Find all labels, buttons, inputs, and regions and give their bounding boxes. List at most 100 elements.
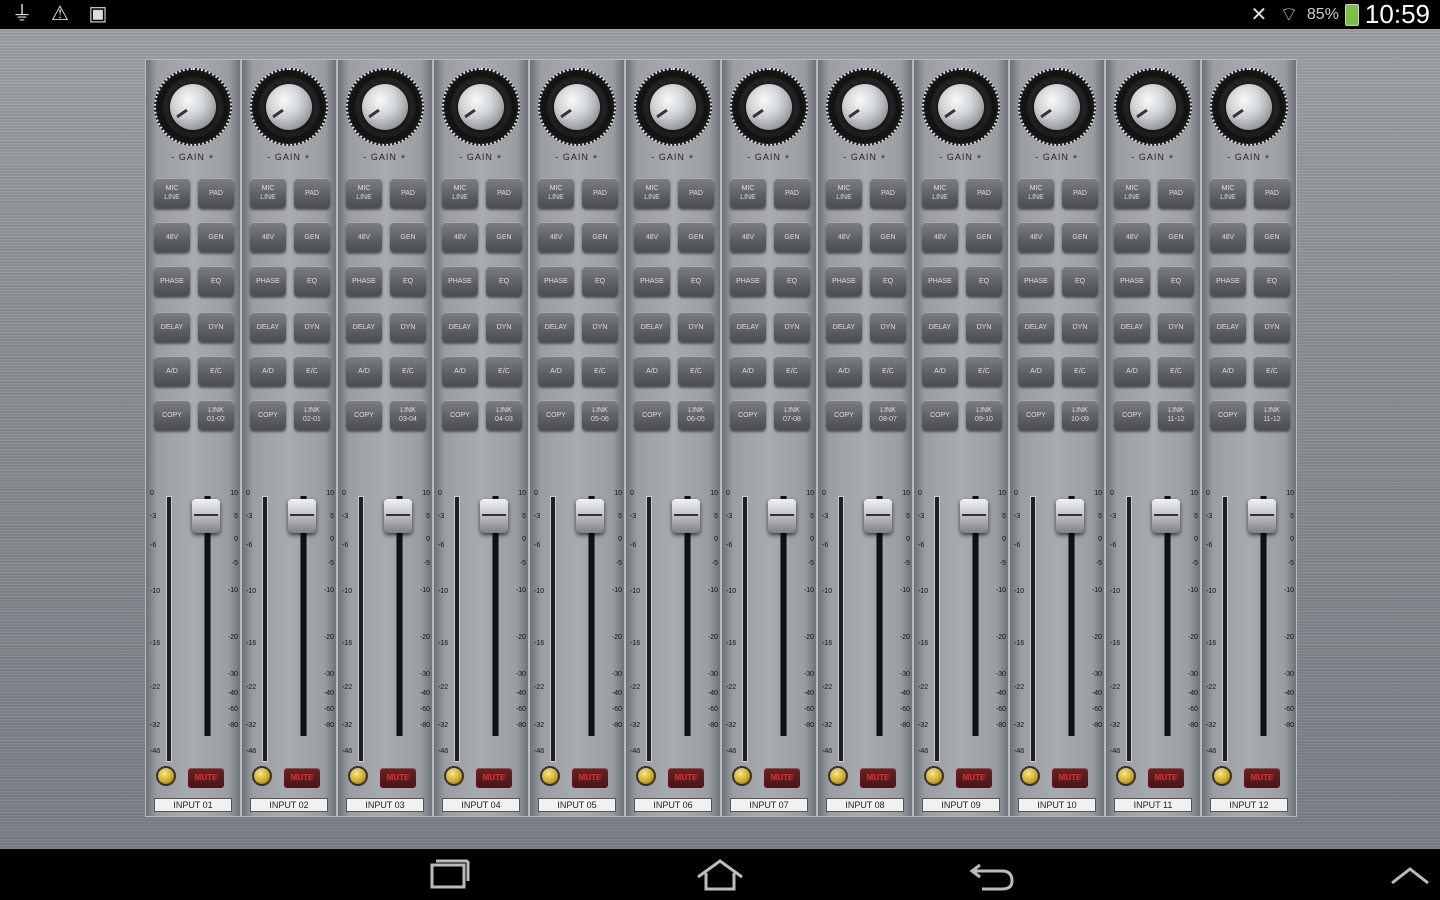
delay-button[interactable]: DELAY <box>250 312 286 342</box>
ec-button[interactable]: E/C <box>198 356 234 386</box>
copy-button[interactable]: COPY <box>1018 400 1054 430</box>
phase-button[interactable]: PHASE <box>922 266 958 296</box>
ec-button[interactable]: E/C <box>486 356 522 386</box>
phase-button[interactable]: PHASE <box>826 266 862 296</box>
copy-button[interactable]: COPY <box>730 400 766 430</box>
solo-button[interactable] <box>636 766 656 786</box>
fader-handle[interactable] <box>1056 498 1084 533</box>
gain-knob[interactable] <box>1210 68 1288 146</box>
gain-knob[interactable] <box>922 68 1000 146</box>
solo-button[interactable] <box>732 766 752 786</box>
fader-handle[interactable] <box>576 498 604 533</box>
phantom-button[interactable]: 48V <box>1210 222 1246 252</box>
eq-button[interactable]: EQ <box>390 266 426 296</box>
gain-knob[interactable] <box>730 68 808 146</box>
back-button[interactable] <box>962 857 1022 893</box>
gen-button[interactable]: GEN <box>390 222 426 252</box>
pad-button[interactable]: PAD <box>198 178 234 208</box>
ad-button[interactable]: A/D <box>538 356 574 386</box>
copy-button[interactable]: COPY <box>442 400 478 430</box>
solo-button[interactable] <box>348 766 368 786</box>
phase-button[interactable]: PHASE <box>538 266 574 296</box>
dyn-button[interactable]: DYN <box>294 312 330 342</box>
link-button[interactable]: LINK 01-02 <box>198 400 234 430</box>
mute-button[interactable]: MUTE <box>956 768 992 788</box>
ec-button[interactable]: E/C <box>678 356 714 386</box>
fader-handle[interactable] <box>384 498 412 533</box>
dyn-button[interactable]: DYN <box>678 312 714 342</box>
phantom-button[interactable]: 48V <box>538 222 574 252</box>
mic-line-button[interactable]: MIC LINE <box>442 178 478 208</box>
eq-button[interactable]: EQ <box>966 266 1002 296</box>
mute-button[interactable]: MUTE <box>860 768 896 788</box>
copy-button[interactable]: COPY <box>922 400 958 430</box>
ec-button[interactable]: E/C <box>774 356 810 386</box>
mic-line-button[interactable]: MIC LINE <box>730 178 766 208</box>
gen-button[interactable]: GEN <box>486 222 522 252</box>
expand-button[interactable] <box>1380 857 1440 893</box>
eq-button[interactable]: EQ <box>582 266 618 296</box>
mic-line-button[interactable]: MIC LINE <box>634 178 670 208</box>
pad-button[interactable]: PAD <box>1254 178 1290 208</box>
link-button[interactable]: LINK 05-06 <box>582 400 618 430</box>
phantom-button[interactable]: 48V <box>730 222 766 252</box>
pad-button[interactable]: PAD <box>966 178 1002 208</box>
eq-button[interactable]: EQ <box>774 266 810 296</box>
phantom-button[interactable]: 48V <box>634 222 670 252</box>
delay-button[interactable]: DELAY <box>922 312 958 342</box>
fader-handle[interactable] <box>672 498 700 533</box>
ec-button[interactable]: E/C <box>870 356 906 386</box>
ec-button[interactable]: E/C <box>966 356 1002 386</box>
mute-button[interactable]: MUTE <box>572 768 608 788</box>
gen-button[interactable]: GEN <box>582 222 618 252</box>
pad-button[interactable]: PAD <box>294 178 330 208</box>
pad-button[interactable]: PAD <box>582 178 618 208</box>
gen-button[interactable]: GEN <box>198 222 234 252</box>
dyn-button[interactable]: DYN <box>870 312 906 342</box>
delay-button[interactable]: DELAY <box>826 312 862 342</box>
phase-button[interactable]: PHASE <box>442 266 478 296</box>
ad-button[interactable]: A/D <box>1210 356 1246 386</box>
gen-button[interactable]: GEN <box>1062 222 1098 252</box>
link-button[interactable]: LINK 11-12 <box>1158 400 1194 430</box>
ad-button[interactable]: A/D <box>442 356 478 386</box>
copy-button[interactable]: COPY <box>250 400 286 430</box>
mic-line-button[interactable]: MIC LINE <box>346 178 382 208</box>
solo-button[interactable] <box>444 766 464 786</box>
recent-apps-button[interactable] <box>420 857 480 893</box>
ad-button[interactable]: A/D <box>250 356 286 386</box>
phase-button[interactable]: PHASE <box>346 266 382 296</box>
ec-button[interactable]: E/C <box>1158 356 1194 386</box>
ec-button[interactable]: E/C <box>582 356 618 386</box>
phase-button[interactable]: PHASE <box>1210 266 1246 296</box>
mic-line-button[interactable]: MIC LINE <box>154 178 190 208</box>
fader-handle[interactable] <box>960 498 988 533</box>
link-button[interactable]: LINK 02-01 <box>294 400 330 430</box>
link-button[interactable]: LINK 06-05 <box>678 400 714 430</box>
gain-knob[interactable] <box>826 68 904 146</box>
link-button[interactable]: LINK 07-08 <box>774 400 810 430</box>
solo-button[interactable] <box>1116 766 1136 786</box>
copy-button[interactable]: COPY <box>1114 400 1150 430</box>
solo-button[interactable] <box>828 766 848 786</box>
phase-button[interactable]: PHASE <box>1018 266 1054 296</box>
ad-button[interactable]: A/D <box>826 356 862 386</box>
gen-button[interactable]: GEN <box>1254 222 1290 252</box>
ad-button[interactable]: A/D <box>154 356 190 386</box>
dyn-button[interactable]: DYN <box>198 312 234 342</box>
solo-button[interactable] <box>156 766 176 786</box>
mic-line-button[interactable]: MIC LINE <box>826 178 862 208</box>
phantom-button[interactable]: 48V <box>442 222 478 252</box>
eq-button[interactable]: EQ <box>1158 266 1194 296</box>
dyn-button[interactable]: DYN <box>390 312 426 342</box>
fader-handle[interactable] <box>480 498 508 533</box>
fader-handle[interactable] <box>288 498 316 533</box>
gen-button[interactable]: GEN <box>294 222 330 252</box>
solo-button[interactable] <box>1020 766 1040 786</box>
pad-button[interactable]: PAD <box>1158 178 1194 208</box>
mic-line-button[interactable]: MIC LINE <box>1210 178 1246 208</box>
ec-button[interactable]: E/C <box>1254 356 1290 386</box>
ad-button[interactable]: A/D <box>730 356 766 386</box>
eq-button[interactable]: EQ <box>294 266 330 296</box>
ad-button[interactable]: A/D <box>1018 356 1054 386</box>
